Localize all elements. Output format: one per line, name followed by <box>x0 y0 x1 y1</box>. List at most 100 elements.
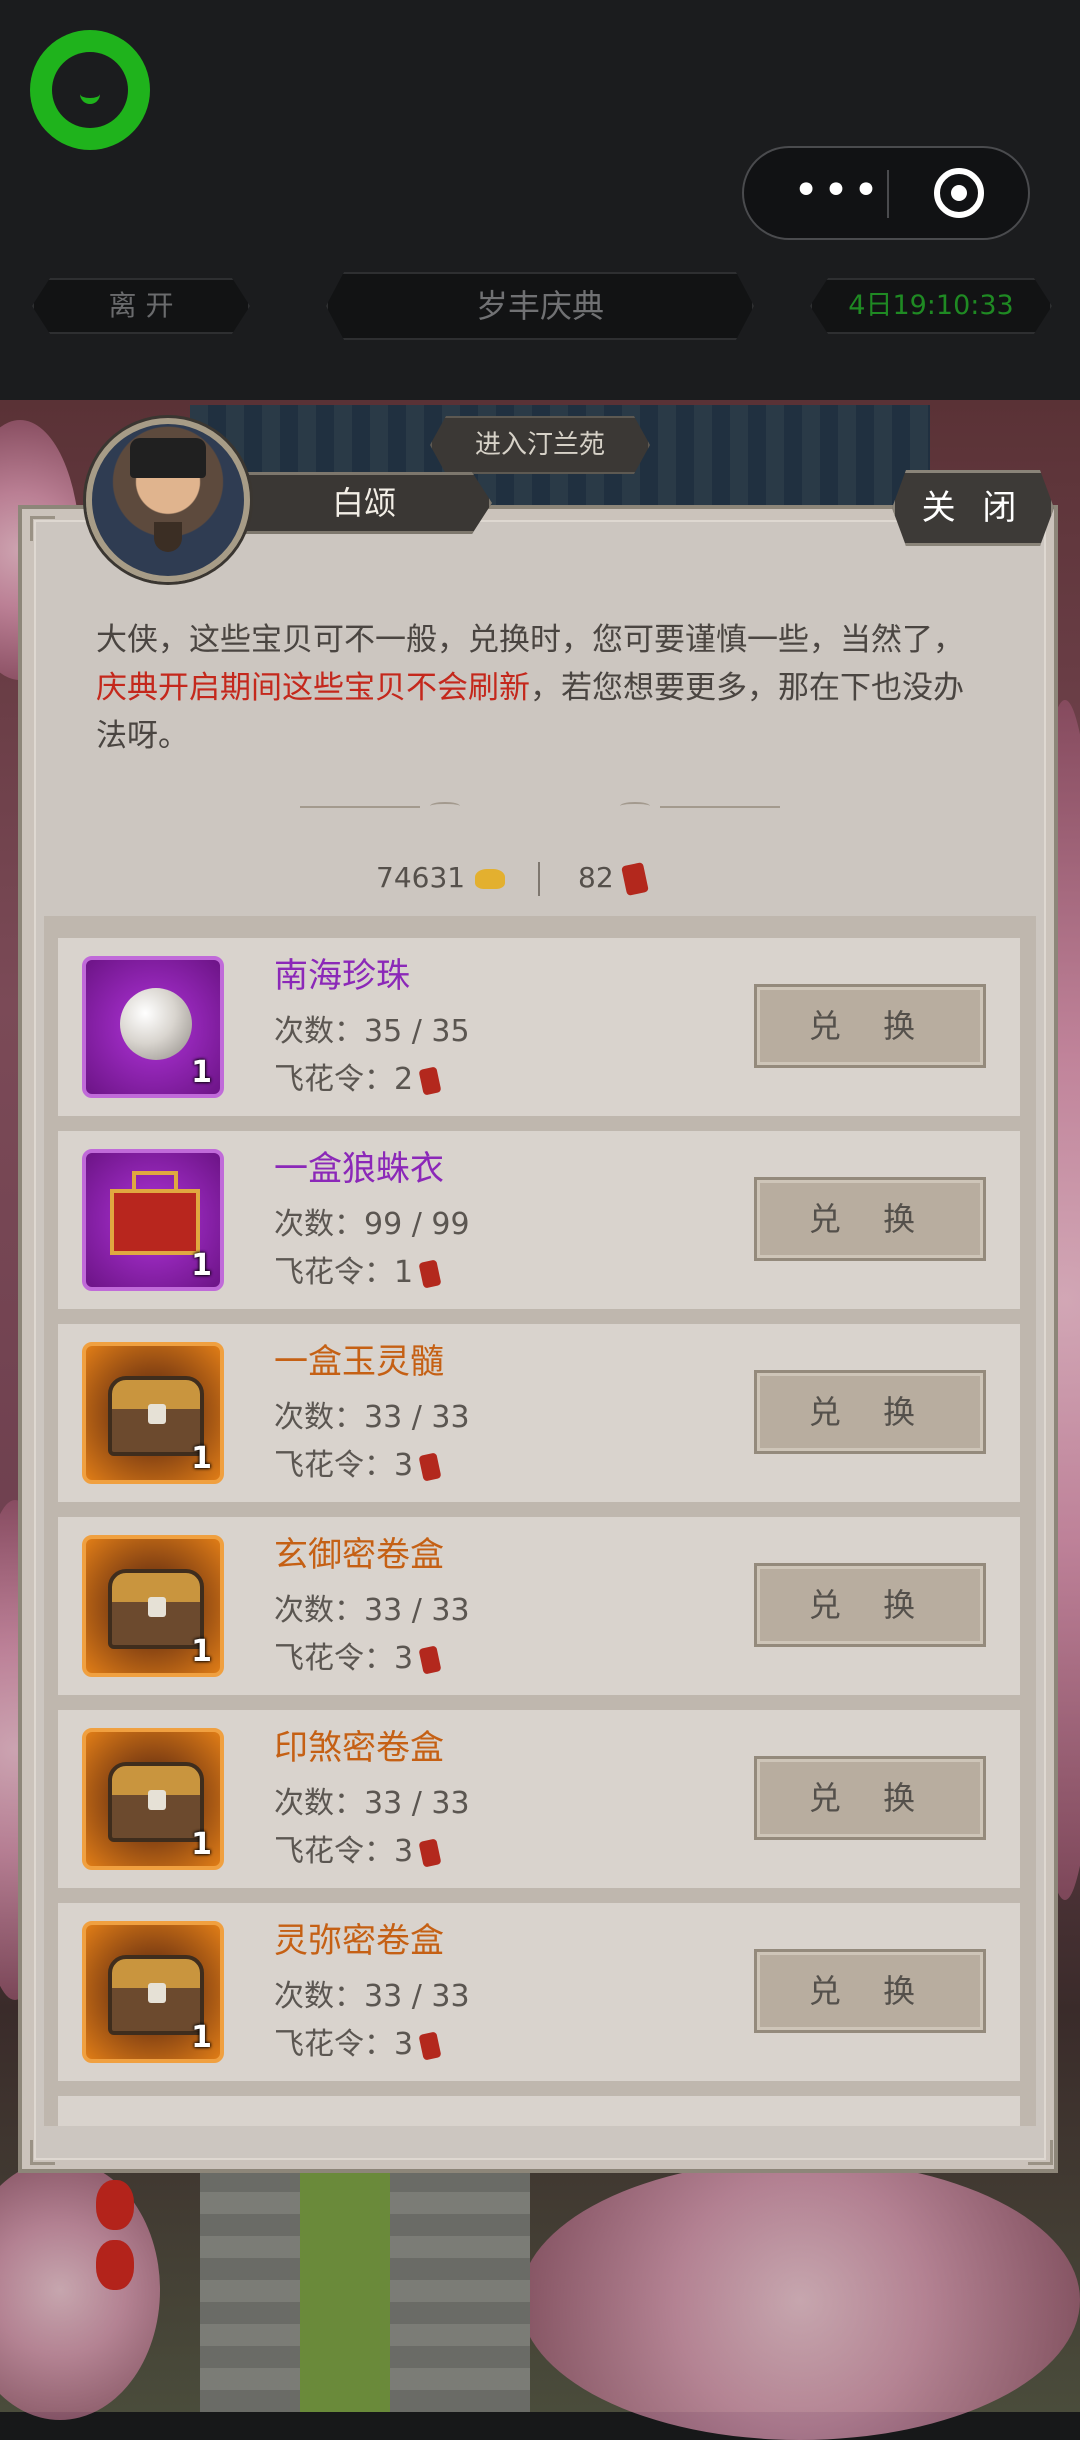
list-item: 1 南海珍珠 次数：35 / 35 飞花令：2 兑 换 <box>58 938 1020 1116</box>
item-name: 南海珍珠 <box>274 956 410 996</box>
item-slot[interactable]: 1 <box>82 1921 224 2063</box>
close-program-icon[interactable] <box>934 168 984 218</box>
gold-balance: 74631 <box>376 854 506 902</box>
close-button[interactable]: 关 闭 <box>892 470 1054 546</box>
flower-token-icon <box>418 1837 442 1868</box>
price-value: 1 <box>394 1255 414 1290</box>
item-slot[interactable]: 1 <box>82 1535 224 1677</box>
corner-ornament <box>1028 2140 1053 2165</box>
list-item: 1 一盒玉灵髓 次数：33 / 33 飞花令：3 兑 换 <box>58 1324 1020 1502</box>
mini-program-capsule: ••• <box>742 146 1030 240</box>
item-quantity: 1 <box>191 1634 212 1669</box>
count-value: 33 / 33 <box>364 1400 470 1435</box>
price-value: 3 <box>394 1448 414 1483</box>
exchange-button[interactable]: 兑 换 <box>754 1370 986 1454</box>
price-value: 3 <box>394 2027 414 2062</box>
exchange-button[interactable]: 兑 换 <box>754 1949 986 2033</box>
item-name: 印煞密卷盒 <box>274 1728 444 1768</box>
price-label: 飞花令： <box>274 1641 394 1676</box>
corner-ornament <box>30 516 55 541</box>
item-quantity: 1 <box>191 1827 212 1862</box>
gold-ingot-icon <box>475 869 506 889</box>
item-quantity: 1 <box>191 1441 212 1476</box>
count-label: 次数： <box>274 1593 364 1628</box>
pearl-icon <box>120 988 192 1060</box>
item-price: 飞花令：1 <box>274 1251 442 1295</box>
exchange-button[interactable]: 兑 换 <box>754 984 986 1068</box>
price-label: 飞花令： <box>274 1255 394 1290</box>
gold-amount: 74631 <box>376 861 466 894</box>
token-balance: 82 <box>578 854 649 902</box>
item-slot[interactable]: 1 <box>82 1342 224 1484</box>
count-value: 99 / 99 <box>364 1207 470 1242</box>
item-count: 次数：33 / 33 <box>274 1396 470 1440</box>
price-label: 飞花令： <box>274 1834 394 1869</box>
list-item: 1 一盒狼蛛衣 次数：99 / 99 飞花令：1 兑 换 <box>58 1131 1020 1309</box>
exchange-button[interactable]: 兑 换 <box>754 1177 986 1261</box>
item-slot[interactable]: 1 <box>82 1149 224 1291</box>
count-label: 次数： <box>274 1786 364 1821</box>
count-label: 次数： <box>274 1400 364 1435</box>
currency-bar: 74631 82 <box>300 854 780 902</box>
currency-divider <box>538 862 540 896</box>
count-value: 33 / 33 <box>364 1979 470 2014</box>
lantern-icon <box>96 2180 134 2230</box>
item-slot[interactable]: 1 <box>82 956 224 1098</box>
more-icon[interactable]: ••• <box>788 169 888 214</box>
exchange-button[interactable]: 兑 换 <box>754 1563 986 1647</box>
intro-text: 大侠，这些宝贝可不一般，兑换时，您可要谨慎一些，当然了， <box>96 622 964 658</box>
chest-icon <box>108 1762 204 1842</box>
item-price: 飞花令：3 <box>274 1637 442 1681</box>
cherry-blossom <box>520 2160 1080 2440</box>
item-slot[interactable]: 1 <box>82 1728 224 1870</box>
app-logo-icon[interactable] <box>30 30 150 150</box>
flower-token-icon <box>418 2030 442 2061</box>
flower-token-icon <box>418 1451 442 1482</box>
item-price: 飞花令：3 <box>274 1830 442 1874</box>
item-name: 玄御密卷盒 <box>274 1535 444 1575</box>
item-name: 一盒玉灵髓 <box>274 1342 444 1382</box>
item-price: 飞花令：2 <box>274 1058 442 1102</box>
count-value: 35 / 35 <box>364 1014 470 1049</box>
exchange-button[interactable]: 兑 换 <box>754 1756 986 1840</box>
gift-box-icon <box>110 1171 200 1255</box>
item-quantity: 1 <box>191 2020 212 2055</box>
list-item-partial <box>58 2096 1020 2126</box>
ornament-divider <box>300 802 780 810</box>
count-value: 33 / 33 <box>364 1786 470 1821</box>
list-item: 1 印煞密卷盒 次数：33 / 33 飞花令：3 兑 换 <box>58 1710 1020 1888</box>
item-name: 灵弥密卷盒 <box>274 1921 444 1961</box>
npc-name-plate: 白颂 <box>236 472 492 534</box>
lantern-icon <box>96 2240 134 2290</box>
countdown-timer: 4日19:10:33 <box>810 278 1052 334</box>
price-value: 2 <box>394 1062 414 1097</box>
npc-avatar <box>86 418 250 582</box>
item-count: 次数：33 / 33 <box>274 1975 470 2019</box>
chest-icon <box>108 1569 204 1649</box>
item-count: 次数：35 / 35 <box>274 1010 470 1054</box>
token-amount: 82 <box>578 861 614 894</box>
intro-highlight: 庆典开启期间这些宝贝不会刷新 <box>96 670 530 706</box>
price-value: 3 <box>394 1834 414 1869</box>
item-quantity: 1 <box>191 1248 212 1283</box>
item-quantity: 1 <box>191 1055 212 1090</box>
price-value: 3 <box>394 1641 414 1676</box>
price-label: 飞花令： <box>274 1448 394 1483</box>
price-label: 飞花令： <box>274 2027 394 2062</box>
chest-icon <box>108 1955 204 2035</box>
price-label: 飞花令： <box>274 1062 394 1097</box>
corner-ornament <box>30 2140 55 2165</box>
exchange-item-list[interactable]: 1 南海珍珠 次数：35 / 35 飞花令：2 兑 换 1 一盒狼蛛衣 次数：9… <box>44 916 1036 2126</box>
count-label: 次数： <box>274 1014 364 1049</box>
item-price: 飞花令：3 <box>274 1444 442 1488</box>
count-label: 次数： <box>274 1979 364 2014</box>
npc-dialogue-text: 大侠，这些宝贝可不一般，兑换时，您可要谨慎一些，当然了， 庆典开启期间这些宝贝不会… <box>96 616 988 760</box>
item-count: 次数：33 / 33 <box>274 1589 470 1633</box>
list-item: 1 灵弥密卷盒 次数：33 / 33 飞花令：3 兑 换 <box>58 1903 1020 2081</box>
flower-token-icon <box>620 862 649 896</box>
list-item: 1 玄御密卷盒 次数：33 / 33 飞花令：3 兑 换 <box>58 1517 1020 1695</box>
leave-button[interactable]: 离 开 <box>32 278 250 334</box>
flower-token-icon <box>418 1644 442 1675</box>
enter-garden-button[interactable]: 进入汀兰苑 <box>430 416 650 474</box>
grass-strip <box>300 2170 390 2412</box>
